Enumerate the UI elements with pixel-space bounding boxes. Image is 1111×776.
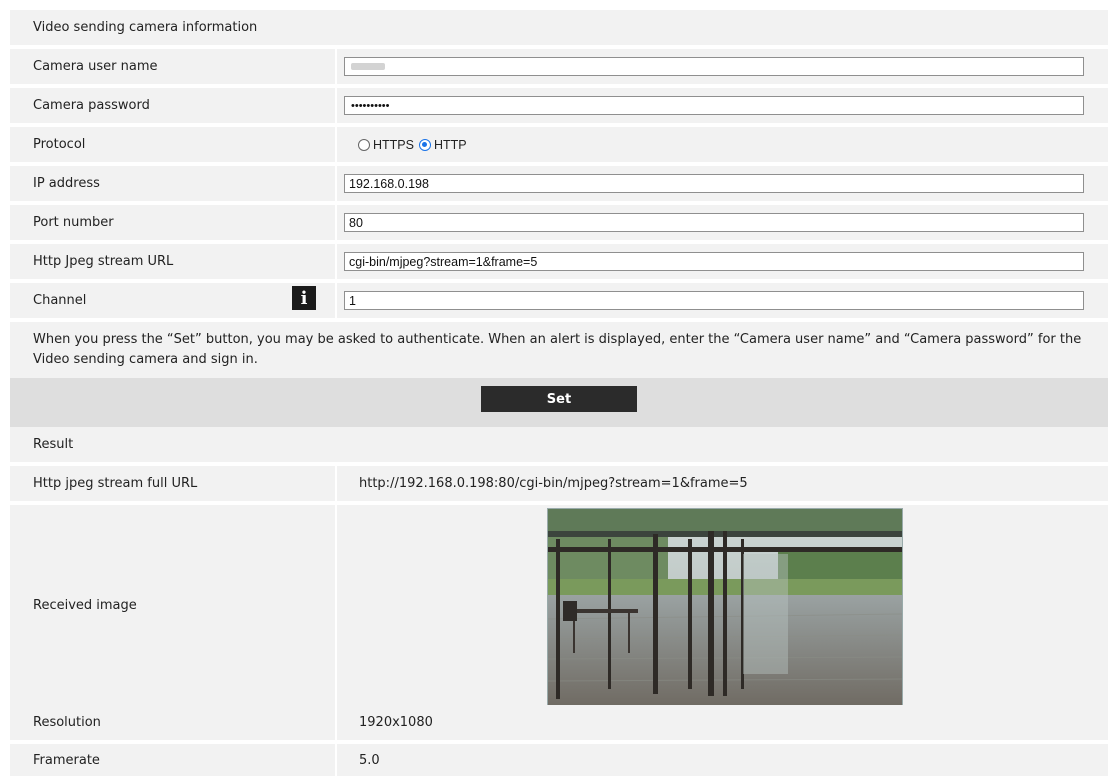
radio-http[interactable] — [418, 138, 431, 151]
value-cell: HTTPS HTTP — [337, 127, 1108, 162]
framerate-label: Framerate — [33, 752, 100, 768]
value-cell — [337, 505, 1108, 709]
camera-password-label: Camera password — [33, 98, 150, 113]
port-number-input[interactable] — [344, 213, 1084, 232]
resolution-label: Resolution — [33, 715, 101, 730]
received-image-preview — [547, 508, 903, 709]
label-cell: Http Jpeg stream URL — [10, 244, 335, 279]
framerate-value: 5.0 — [359, 752, 380, 768]
row-received-image: Received image — [10, 505, 1108, 709]
full-url-value: http://192.168.0.198:80/cgi-bin/mjpeg?st… — [359, 476, 748, 491]
set-button[interactable]: Set — [481, 386, 637, 412]
info-icon[interactable]: i — [292, 286, 316, 310]
value-cell: •••••••••• — [337, 88, 1108, 123]
value-cell — [337, 205, 1108, 240]
ip-address-input[interactable] — [344, 174, 1084, 193]
label-cell: Framerate — [10, 744, 335, 776]
value-cell — [337, 244, 1108, 279]
row-port-number: Port number — [10, 205, 1108, 240]
result-title: Result — [33, 437, 74, 452]
label-cell: Http jpeg stream full URL — [10, 466, 335, 501]
row-jpeg-stream-url: Http Jpeg stream URL — [10, 244, 1108, 279]
blurred-user-name — [351, 63, 385, 70]
value-cell — [337, 166, 1108, 201]
label-cell: IP address — [10, 166, 335, 201]
label-cell: Received image — [10, 505, 335, 705]
radio-http-label[interactable]: HTTP — [434, 138, 467, 152]
resolution-value: 1920x1080 — [359, 715, 433, 730]
row-camera-user-name: Camera user name — [10, 49, 1108, 84]
received-image — [548, 509, 902, 708]
channel-label: Channel — [33, 293, 87, 308]
ip-address-label: IP address — [33, 176, 100, 191]
value-cell: 1920x1080 — [337, 705, 1108, 740]
row-ip-address: IP address — [10, 166, 1108, 201]
label-cell: Protocol — [10, 127, 335, 162]
result-header: Result — [10, 427, 1108, 462]
label-cell: Port number — [10, 205, 335, 240]
port-number-label: Port number — [33, 215, 114, 230]
section-header: Video sending camera information — [10, 10, 1108, 45]
protocol-radio-group: HTTPS HTTP — [358, 138, 472, 152]
value-cell: http://192.168.0.198:80/cgi-bin/mjpeg?st… — [337, 466, 1108, 501]
radio-https-label[interactable]: HTTPS — [373, 138, 414, 152]
camera-user-name-input[interactable] — [344, 57, 1084, 76]
row-framerate: Framerate 5.0 — [10, 744, 1108, 776]
value-cell — [337, 49, 1108, 84]
value-cell: 5.0 — [337, 744, 1108, 776]
auth-note: When you press the “Set” button, you may… — [10, 322, 1108, 378]
camera-password-input[interactable]: •••••••••• — [344, 96, 1084, 115]
password-dots: •••••••••• — [351, 99, 390, 112]
camera-settings-page: Video sending camera information Camera … — [0, 0, 1111, 776]
row-camera-password: Camera password •••••••••• — [10, 88, 1108, 123]
camera-user-name-label: Camera user name — [33, 59, 158, 74]
row-channel: Channel i — [10, 283, 1108, 318]
auth-note-text: When you press the “Set” button, you may… — [33, 332, 1082, 367]
label-cell: Camera password — [10, 88, 335, 123]
label-cell: Resolution — [10, 705, 335, 740]
row-resolution: Resolution 1920x1080 — [10, 705, 1108, 740]
jpeg-stream-url-label: Http Jpeg stream URL — [33, 254, 174, 269]
received-image-label: Received image — [33, 597, 137, 613]
set-button-bar: Set — [10, 378, 1108, 427]
protocol-label: Protocol — [33, 137, 86, 152]
jpeg-stream-url-input[interactable] — [344, 252, 1084, 271]
section-title: Video sending camera information — [33, 20, 258, 35]
radio-https[interactable] — [358, 138, 370, 151]
row-protocol: Protocol HTTPS HTTP — [10, 127, 1108, 162]
label-cell: Channel i — [10, 283, 335, 318]
channel-input[interactable] — [344, 291, 1084, 310]
row-full-url: Http jpeg stream full URL http://192.168… — [10, 466, 1108, 501]
label-cell: Camera user name — [10, 49, 335, 84]
full-url-label: Http jpeg stream full URL — [33, 476, 198, 491]
value-cell — [337, 283, 1108, 318]
